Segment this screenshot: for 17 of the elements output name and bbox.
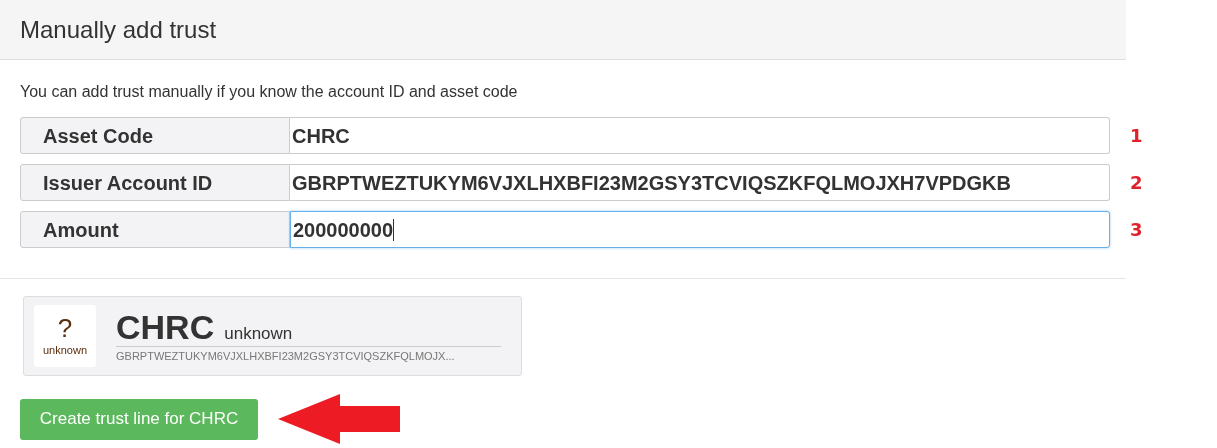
annotation-number: 3 [1130, 218, 1143, 242]
field-label: Amount [20, 211, 290, 248]
panel-title: Manually add trust [20, 14, 217, 45]
input-field[interactable]: GBRPTWEZTUKYM6VJXLHXBFI23M2GSY3TCVIQSZKFQLMOJXH7VPDGKB [290, 164, 1110, 201]
question-mark-icon: ? [57, 313, 73, 342]
arrow-icon [278, 394, 400, 444]
annotation-number: 1 [1130, 124, 1143, 148]
asset-code: CHRC [116, 307, 215, 346]
issuer-id: GBRPTWEZTUKYM6VJXLHXBFI23M2GSY3TCVIQSZKFQLMOJX... [116, 349, 456, 364]
input-field[interactable]: CHRC [290, 117, 1110, 154]
field-label: Issuer Account ID [20, 164, 290, 201]
field-label: Asset Code [20, 117, 290, 154]
icon-label: unknown [42, 342, 87, 358]
asset-domain: unknown [224, 322, 293, 345]
annotation-number: 2 [1130, 171, 1143, 195]
input-field[interactable]: 200000000 [290, 211, 1110, 248]
description: You can add trust manually if you know the account ID and asset code [19, 82, 519, 102]
